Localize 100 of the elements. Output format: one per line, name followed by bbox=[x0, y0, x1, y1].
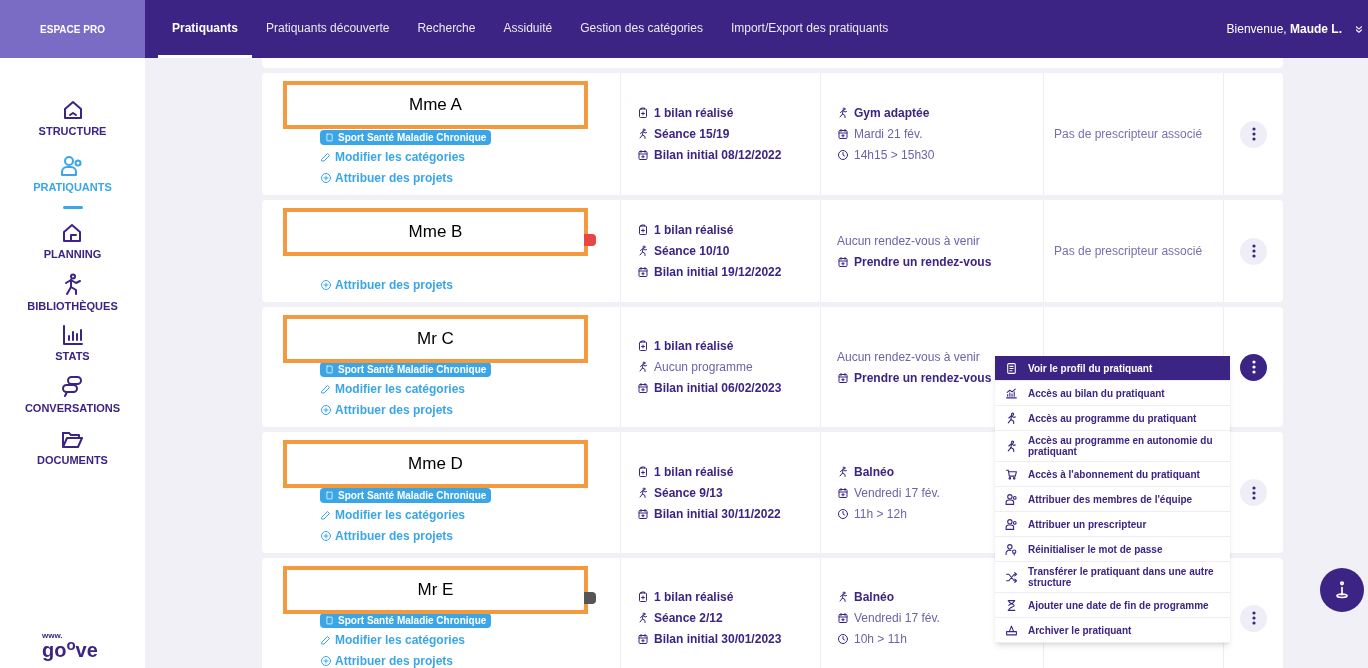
kebab-icon bbox=[1251, 611, 1256, 625]
info-text: 11h > 12h bbox=[854, 505, 907, 523]
menu-item[interactable]: Voir le profil du pratiquant bbox=[995, 356, 1230, 381]
clipboard-icon bbox=[637, 107, 649, 119]
plus-circle-icon bbox=[320, 172, 332, 184]
runner-icon bbox=[1005, 439, 1018, 453]
info-text: 1 bilan réalisé bbox=[654, 463, 734, 481]
tag-text: Sport Santé Maladie Chronique bbox=[338, 489, 487, 503]
kebab-icon bbox=[1251, 360, 1256, 374]
sidebar-item[interactable]: STATS bbox=[55, 323, 90, 363]
info-text: 1 bilan réalisé bbox=[654, 589, 734, 606]
clipboard-icon bbox=[637, 224, 649, 236]
info-text: Aucun programme bbox=[654, 359, 753, 376]
calendar-icon bbox=[637, 149, 649, 161]
nav-tab[interactable]: Import/Export des pratiquants bbox=[716, 0, 903, 58]
info-text: Bilan initial 30/01/2023 bbox=[654, 631, 782, 648]
name-label: Mme A bbox=[283, 81, 588, 129]
active-indicator bbox=[62, 206, 83, 209]
info-text: Séance 9/13 bbox=[654, 484, 723, 502]
appointment-link[interactable]: Prendre un rendez-vous bbox=[854, 368, 992, 387]
menu-item[interactable]: Attribuer un prescripteur bbox=[995, 512, 1230, 537]
menu-item[interactable]: Archiver le pratiquant bbox=[995, 618, 1230, 643]
name-label: Mme D bbox=[283, 440, 588, 488]
menu-item[interactable]: Ajouter une date de fin de programme bbox=[995, 593, 1230, 618]
plus-circle-icon bbox=[320, 655, 332, 667]
appointment-link[interactable]: Prendre un rendez-vous bbox=[854, 252, 992, 271]
logo: go$^{o}$ve bbox=[42, 640, 98, 660]
calendar-icon bbox=[837, 612, 849, 624]
menu-item[interactable]: Transférer le pratiquant dans une autre structure bbox=[995, 562, 1230, 593]
bookmark-icon bbox=[325, 133, 334, 142]
welcome-text: Bienvenue, Maude L. bbox=[1226, 21, 1342, 38]
info-text: Bilan initial 19/12/2022 bbox=[654, 264, 782, 281]
calendar-icon bbox=[837, 128, 849, 140]
menu-item[interactable]: Accès au programme du pratiquant bbox=[995, 406, 1230, 431]
menu-item[interactable]: Accès au bilan du pratiquant bbox=[995, 381, 1230, 406]
runner-icon bbox=[837, 465, 849, 478]
info-text: Mardi 21 fév. bbox=[854, 126, 923, 143]
calendar-icon bbox=[637, 266, 649, 278]
info-text: 14h15 > 15h30 bbox=[854, 147, 935, 164]
runner-icon bbox=[1005, 411, 1018, 425]
name-label: Mr E bbox=[283, 566, 588, 614]
name-label: Mr C bbox=[283, 315, 588, 363]
edit-icon bbox=[320, 509, 332, 521]
calendar-icon bbox=[637, 382, 649, 394]
brand-label: ESPACE PRO bbox=[0, 0, 145, 58]
menu-item[interactable]: Accès au programme en autonomie du pratiquant bbox=[995, 431, 1230, 462]
nav-tab[interactable]: Pratiquants bbox=[158, 0, 252, 58]
calendar-icon bbox=[837, 371, 849, 384]
sidebar-item[interactable]: PLANNING bbox=[43, 221, 102, 261]
sidebar-item[interactable]: STRUCTURE bbox=[38, 98, 107, 138]
chat-bubbles-icon bbox=[60, 375, 85, 399]
help-button[interactable] bbox=[1320, 568, 1364, 612]
expand-toggle[interactable]: » bbox=[1348, 22, 1368, 36]
info-text: Bilan initial 30/11/2022 bbox=[654, 505, 781, 523]
cart-icon bbox=[1005, 467, 1018, 481]
kebab-icon bbox=[1251, 244, 1256, 258]
info-text: Séance 10/10 bbox=[654, 243, 730, 260]
chart-icon bbox=[1005, 386, 1018, 400]
nav-tab[interactable]: Pratiquants découverte bbox=[252, 0, 404, 58]
plus-circle-icon bbox=[320, 404, 332, 416]
bookmark-icon bbox=[325, 491, 334, 500]
menu-item[interactable]: Accès à l'abonnement du pratiquant bbox=[995, 462, 1230, 487]
calendar-icon bbox=[837, 255, 849, 268]
info-text: 1 bilan réalisé bbox=[654, 222, 734, 239]
sidebar-item[interactable]: DOCUMENTS bbox=[37, 427, 108, 467]
menu-item[interactable]: Attribuer des membres de l'équipe bbox=[995, 487, 1230, 512]
info-text: Aucun rendez-vous à venir bbox=[837, 232, 980, 250]
info-text: 10h > 11h bbox=[854, 631, 907, 648]
bookmark-icon bbox=[325, 616, 334, 625]
shuffle-icon bbox=[1005, 570, 1018, 584]
plus-circle-icon bbox=[320, 530, 332, 542]
sidebar-item[interactable]: BIBLIOTHÈQUES bbox=[27, 273, 118, 313]
info-text: Vendredi 17 fév. bbox=[854, 484, 940, 502]
people-icon bbox=[1005, 492, 1018, 506]
tag-text: Sport Santé Maladie Chronique bbox=[338, 131, 487, 145]
clipboard-icon bbox=[637, 591, 649, 603]
clipboard-icon bbox=[637, 465, 649, 478]
menu-item[interactable]: Réinitialiser le mot de passe bbox=[995, 537, 1230, 562]
archive-icon bbox=[1005, 623, 1018, 637]
clock-icon bbox=[837, 633, 849, 645]
kebab-icon bbox=[1251, 127, 1256, 141]
kebab-icon bbox=[1251, 485, 1256, 500]
user-key-icon bbox=[1005, 542, 1018, 556]
nav-tab[interactable]: Recherche bbox=[403, 0, 490, 58]
profile-card-icon bbox=[1005, 361, 1018, 375]
nav-tab[interactable]: Assiduité bbox=[489, 0, 567, 58]
info-text: Vendredi 17 fév. bbox=[854, 610, 940, 627]
nav-tab[interactable]: Gestion des catégories bbox=[566, 0, 717, 58]
hourglass-icon bbox=[1005, 598, 1018, 612]
more-button[interactable] bbox=[1240, 353, 1267, 381]
calendar-icon bbox=[837, 486, 849, 499]
edit-icon bbox=[320, 634, 332, 646]
calendar-icon bbox=[637, 633, 649, 645]
people-icon bbox=[1005, 517, 1018, 531]
plus-circle-icon bbox=[320, 279, 332, 291]
logo-prefix: www. bbox=[42, 632, 64, 640]
tag-text: Sport Santé Maladie Chronique bbox=[338, 363, 487, 377]
runner-icon bbox=[837, 107, 849, 119]
sidebar-item[interactable]: CONVERSATIONS bbox=[24, 375, 121, 415]
name-label: Mme B bbox=[283, 208, 588, 256]
